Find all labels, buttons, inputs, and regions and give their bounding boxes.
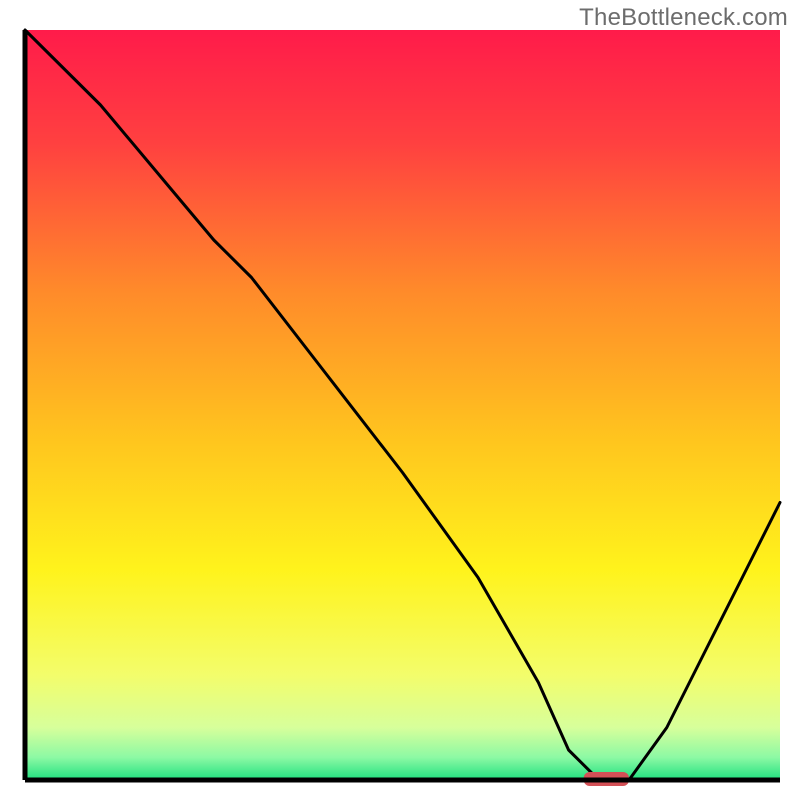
bottleneck-chart bbox=[0, 0, 800, 800]
watermark-label: TheBottleneck.com bbox=[579, 4, 788, 32]
plot-background bbox=[25, 30, 780, 780]
chart-container: TheBottleneck.com bbox=[0, 0, 800, 800]
